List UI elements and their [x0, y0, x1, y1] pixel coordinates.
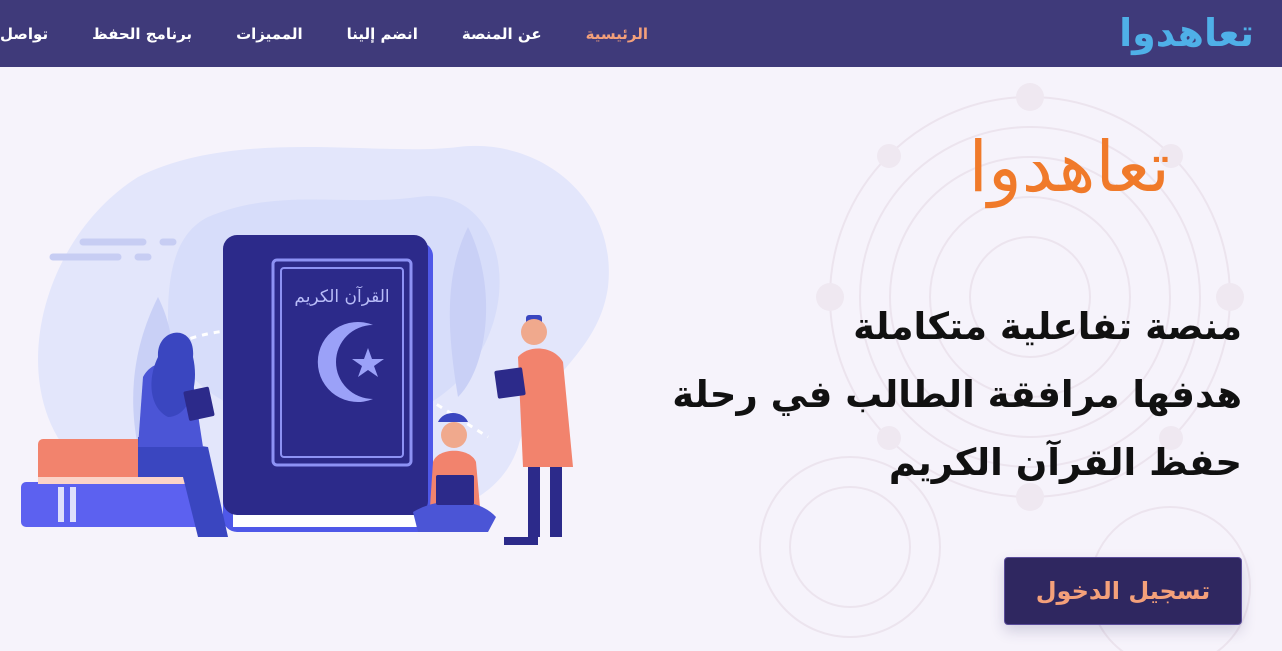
book-title: القرآن الكريم [294, 285, 389, 307]
books-stack-bottom [21, 482, 206, 527]
hero-section: القرآن الكريم تعاهدوا منصة تفاعلية متكام… [0, 67, 1282, 651]
nav-logo[interactable]: تعاهدوا [1119, 6, 1254, 60]
quran-readers-illustration: القرآن الكريم [21, 145, 609, 545]
headline-line-1: منصة تفاعلية متكاملة [853, 305, 1242, 348]
nav-item-program[interactable]: برنامج الحفظ [92, 25, 192, 43]
nav-item-join[interactable]: انضم إلينا [347, 25, 418, 43]
nav-item-features[interactable]: المميزات [236, 25, 303, 43]
top-navbar: تعاهدوا الرئيسية عن المنصة انضم إلينا ال… [0, 0, 1282, 67]
nav-item-about[interactable]: عن المنصة [462, 25, 542, 43]
nav-item-contact[interactable]: تواصل معنا [0, 25, 48, 43]
login-button[interactable]: تسجيل الدخول [1004, 557, 1242, 625]
brand-logo: تعاهدوا [968, 126, 1170, 208]
headline-line-2: هدفها مرافقة الطالب في رحلة [672, 373, 1242, 416]
headline-line-3: حفظ القرآن الكريم [888, 441, 1242, 484]
hero-headline: منصة تفاعلية متكاملة هدفها مرافقة الطالب… [542, 293, 1242, 497]
nav-item-home[interactable]: الرئيسية [586, 25, 648, 43]
nav-menu: الرئيسية عن المنصة انضم إلينا المميزات ب… [0, 0, 648, 67]
